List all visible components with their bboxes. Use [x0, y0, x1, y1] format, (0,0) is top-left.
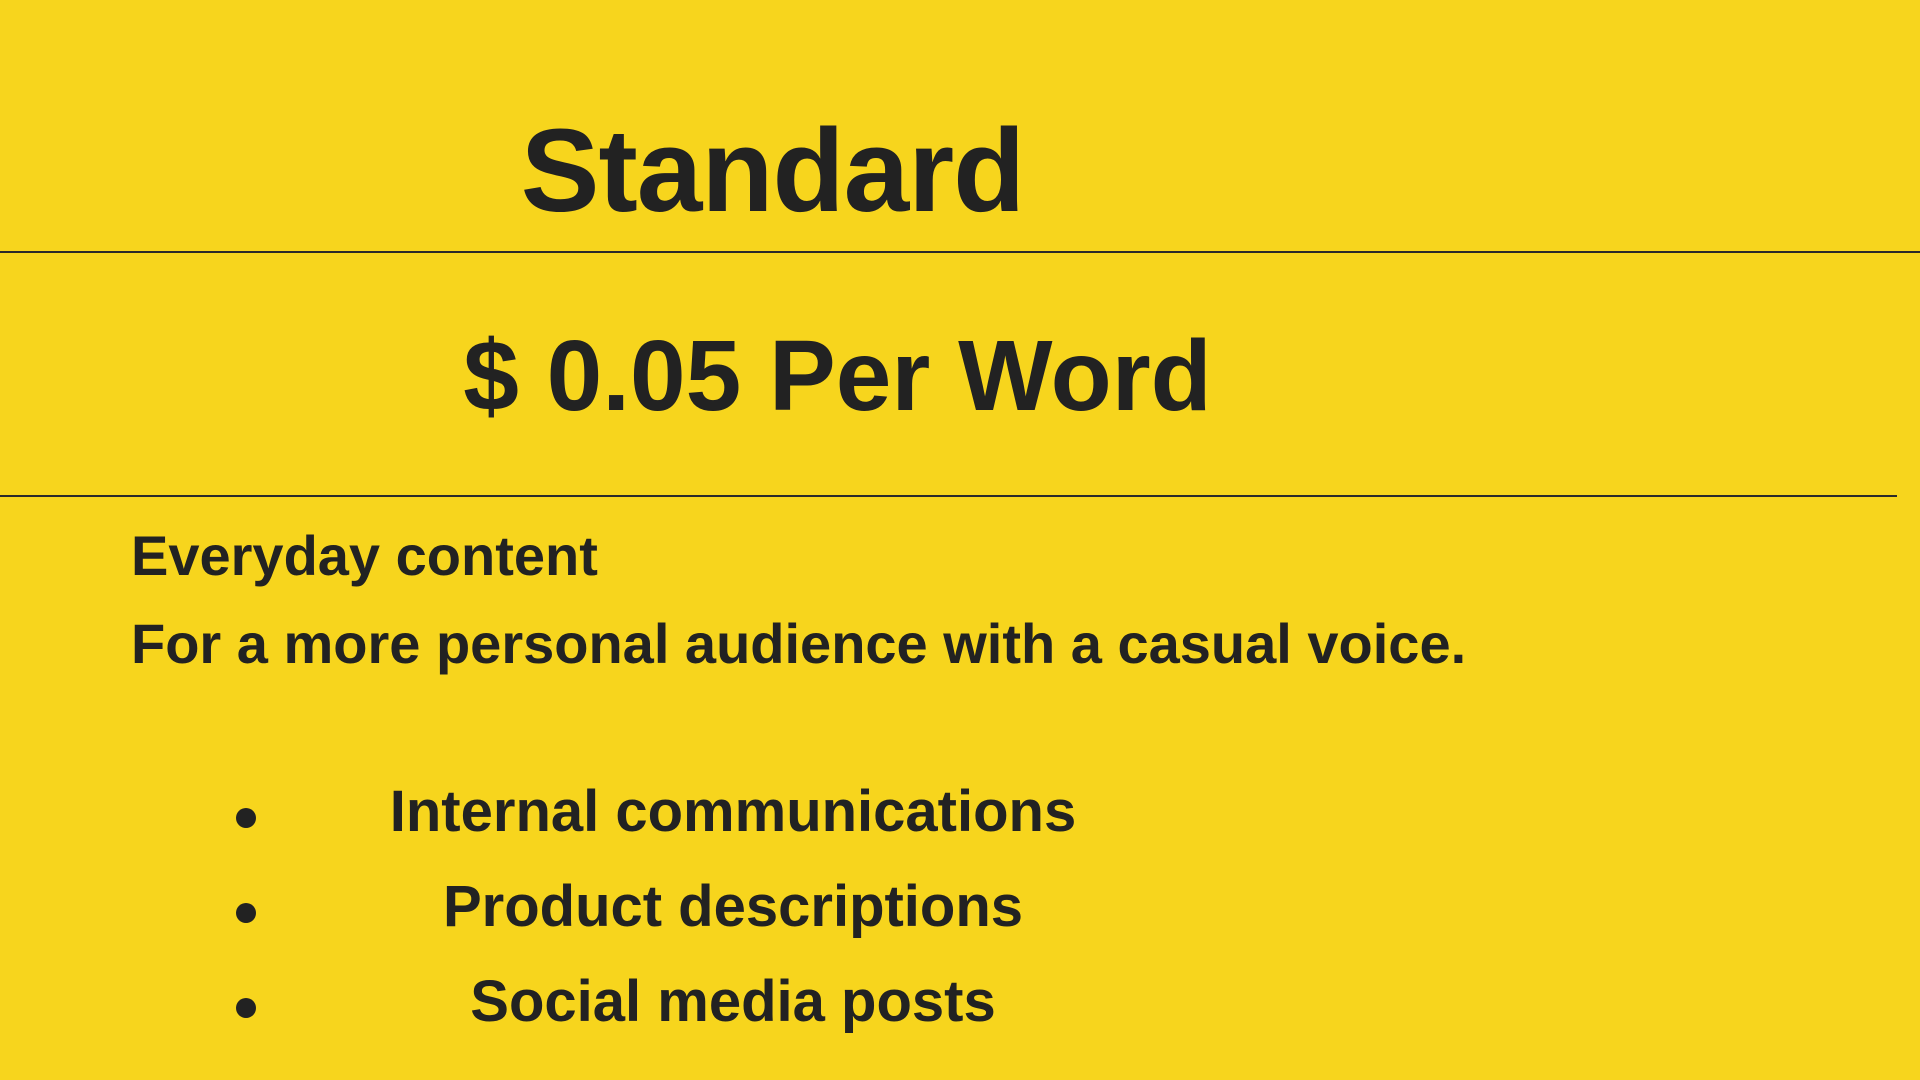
- plan-price: $ 0.05 Per Word: [463, 320, 1212, 432]
- plan-description: For a more personal audience with a casu…: [131, 612, 1467, 675]
- feature-list-item: Internal communications: [0, 780, 1920, 875]
- pricing-card: Standard $ 0.05 Per Word Everyday conten…: [0, 0, 1920, 1080]
- feature-label: Social media posts: [470, 969, 996, 1034]
- plan-tagline: Everyday content: [131, 524, 598, 587]
- divider-top: [0, 251, 1920, 253]
- feature-list-item: Social media posts: [0, 970, 1920, 1065]
- plan-title: Standard: [520, 105, 1025, 237]
- feature-list: Internal communications Product descript…: [0, 780, 1920, 1065]
- feature-list-item: Product descriptions: [0, 875, 1920, 970]
- divider-bottom: [0, 495, 1897, 497]
- feature-label: Product descriptions: [442, 874, 1024, 939]
- feature-label: Internal communications: [389, 779, 1077, 844]
